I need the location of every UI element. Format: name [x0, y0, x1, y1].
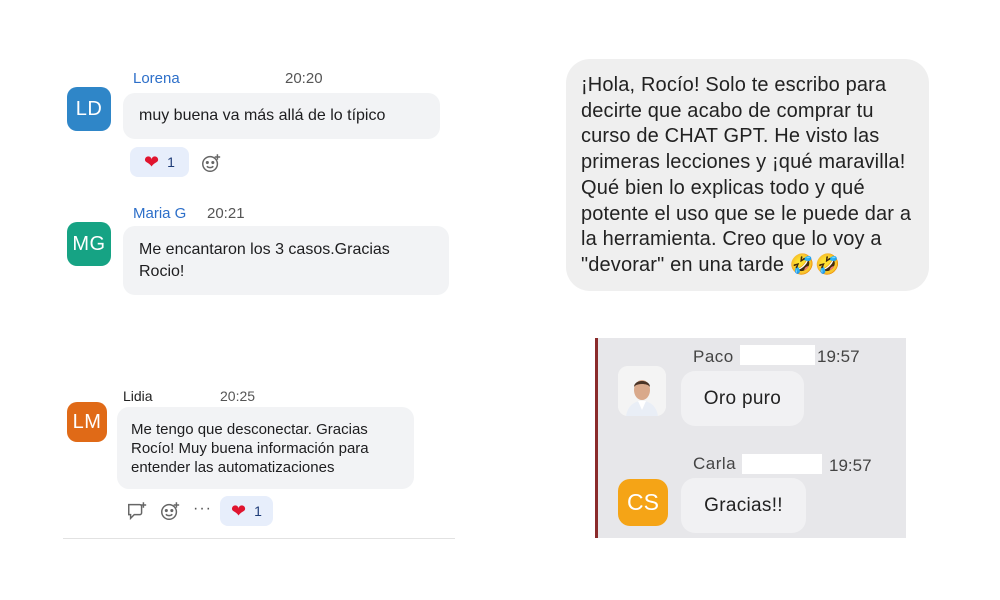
redacted-field	[740, 345, 815, 365]
add-reaction-icon[interactable]	[200, 152, 222, 174]
message-time: 19:57	[829, 456, 872, 475]
message-bubble: muy buena va más allá de lo típico	[123, 93, 440, 139]
avatar-maria-g[interactable]: MG	[67, 222, 111, 266]
message-bubble: Oro puro	[681, 371, 804, 426]
more-options-icon[interactable]: ···	[193, 500, 212, 518]
message-time: 19:57	[817, 347, 860, 366]
add-reaction-icon[interactable]	[159, 500, 181, 522]
testimonial-message-bubble: ¡Hola, Rocío! Solo te escribo para decir…	[566, 59, 929, 291]
avatar-lidia[interactable]: LM	[67, 402, 107, 442]
message-bubble: Gracias!!	[681, 478, 806, 533]
reply-thread-icon[interactable]	[126, 500, 148, 522]
message-text: ¡Hola, Rocío! Solo te escribo para decir…	[581, 74, 912, 276]
redacted-field	[742, 454, 822, 474]
message-text: Me encantaron los 3 casos.Gracias Rocio!	[139, 240, 390, 280]
sender-name-lorena[interactable]: Lorena	[133, 70, 180, 87]
sender-name-maria-g[interactable]: Maria G	[133, 205, 186, 222]
message-time: 20:20	[285, 70, 323, 87]
reaction-count: 1	[167, 154, 175, 170]
message-text: muy buena va más allá de lo típico	[139, 107, 386, 124]
heart-reaction-button[interactable]: ❤ 1	[220, 496, 273, 526]
sender-name-paco[interactable]: Paco	[693, 347, 734, 367]
sender-name-carla[interactable]: Carla	[693, 454, 736, 474]
message-text: Gracias!!	[704, 494, 783, 516]
man-photo-avatar[interactable]	[618, 366, 666, 416]
reaction-count: 1	[254, 503, 262, 519]
heart-reaction-button[interactable]: ❤ 1	[130, 147, 189, 177]
divider	[63, 538, 455, 539]
group-chat-panel: Paco 19:57 Oro puro CS Carla 19:57 Graci…	[595, 338, 906, 538]
heart-icon: ❤	[231, 501, 247, 521]
message-bubble: Me encantaron los 3 casos.Gracias Rocio!	[123, 226, 449, 295]
avatar-lorena[interactable]: LD	[67, 87, 111, 131]
sender-name-lidia[interactable]: Lidia	[123, 388, 153, 404]
heart-icon: ❤	[144, 152, 160, 172]
message-time: 20:21	[207, 205, 245, 222]
message-time: 20:25	[220, 388, 256, 404]
message-text: Oro puro	[703, 387, 782, 409]
message-bubble: Me tengo que desconectar. Gracias Rocío!…	[117, 407, 414, 489]
message-text: Me tengo que desconectar. Gracias Rocío!…	[131, 420, 369, 476]
avatar-carla[interactable]: CS	[618, 479, 668, 526]
panel-edge	[595, 338, 598, 538]
